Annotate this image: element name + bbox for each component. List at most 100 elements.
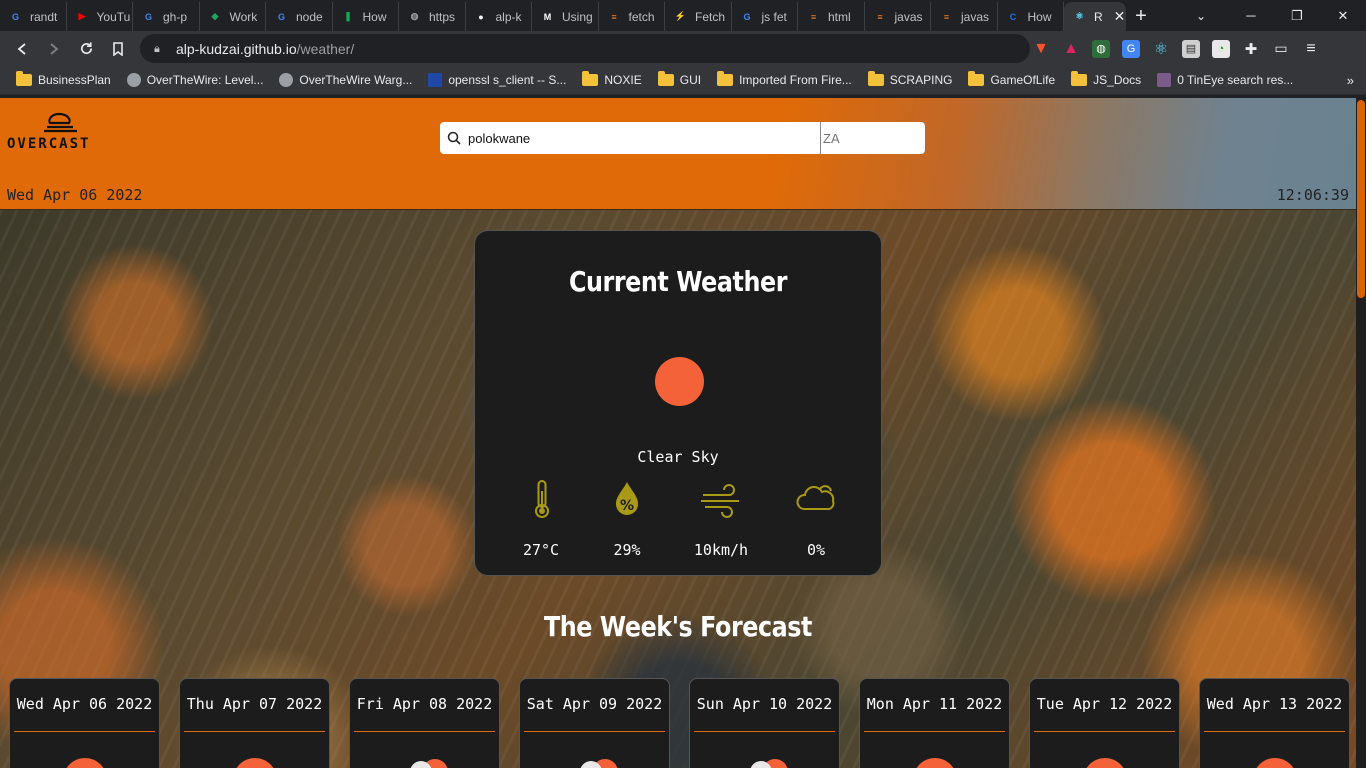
search-icon xyxy=(440,122,468,154)
browser-tab[interactable]: C How xyxy=(998,2,1064,31)
bookmark-item[interactable]: NOXIE xyxy=(574,68,649,92)
page-scrollbar[interactable] xyxy=(1356,98,1366,768)
minimize-button[interactable]: ─ xyxy=(1228,0,1274,31)
forecast-divider xyxy=(864,731,1005,732)
more-bookmarks-icon[interactable]: » xyxy=(1347,66,1354,95)
bookmark-item[interactable]: BusinessPlan xyxy=(8,68,119,92)
folder-icon xyxy=(717,71,734,86)
forecast-divider xyxy=(694,731,835,732)
logo-text: OVERCAST xyxy=(7,136,91,152)
youtube-icon: ▶ xyxy=(78,11,86,21)
scrollbar-thumb[interactable] xyxy=(1357,100,1365,298)
sun-shape xyxy=(913,758,957,768)
close-tab-icon[interactable]: ✕ xyxy=(1114,8,1126,25)
menu-icon[interactable]: ≡ xyxy=(1302,40,1320,58)
tab-label: YouTu xyxy=(96,9,131,24)
forecast-day-card: Wed Apr 13 2022 xyxy=(1199,678,1350,768)
react-devtools-icon[interactable]: ⚛ xyxy=(1152,40,1170,58)
browser-tab[interactable]: ⚡ Fetch xyxy=(665,2,732,31)
tab-label: How xyxy=(362,9,387,24)
brave-icon[interactable]: ▼ xyxy=(1032,40,1050,58)
browser-tab[interactable]: Grandt xyxy=(0,2,67,31)
browser-tab[interactable]: ◆ Work xyxy=(200,2,266,31)
thermometer-icon xyxy=(535,480,549,518)
browser-tab[interactable]: ❚ How xyxy=(333,2,399,31)
sun-shape xyxy=(1083,758,1127,768)
bookmark-item[interactable]: GameOfLife xyxy=(960,68,1063,92)
tab-label: js fet xyxy=(761,9,787,24)
drive-icon: ◆ xyxy=(211,11,219,21)
bookmark-item[interactable]: OverTheWire Warg... xyxy=(271,68,420,92)
browser-tab[interactable]: ▶ YouTu xyxy=(67,2,133,31)
puzzle-icon[interactable]: ✚ xyxy=(1242,40,1260,58)
forecast-day-card: Thu Apr 07 2022 xyxy=(179,678,330,768)
forward-button[interactable] xyxy=(38,34,70,64)
bookmarks-bar: BusinessPlan OverTheWire: Level... OverThe… xyxy=(0,66,1366,95)
reload-button[interactable] xyxy=(70,34,102,64)
window-controls: ─ ❐ ✕ xyxy=(1228,0,1366,31)
globe-icon xyxy=(279,73,294,87)
browser-tab[interactable]: ≡ fetch xyxy=(599,2,665,31)
maximize-button[interactable]: ❐ xyxy=(1274,0,1320,31)
folder-icon xyxy=(16,71,32,86)
browser-tab[interactable]: ● alp-k xyxy=(466,2,532,31)
browser-tab[interactable]: ≡ javas xyxy=(865,2,931,31)
humidity-value: 29% xyxy=(613,541,641,559)
forecast-day-label: Thu Apr 07 2022 xyxy=(186,695,323,713)
stackoverflow-icon: ≡ xyxy=(810,11,817,22)
forecast-day-label: Wed Apr 06 2022 xyxy=(16,695,153,713)
brave-rewards-icon[interactable]: ▲ xyxy=(1062,40,1080,58)
new-tab-button[interactable]: + xyxy=(1126,2,1156,31)
tab-strip: Grandt ▶ YouTu Ggh-p ◆ Work Gnode ❚ How ◍ https ● al… xyxy=(0,0,1366,31)
wallet-icon[interactable]: ▭ xyxy=(1272,40,1290,58)
browser-tab[interactable]: ≡ javas xyxy=(931,2,998,31)
browser-tab[interactable]: Ggh-p xyxy=(133,2,200,31)
browser-tab[interactable]: M Using xyxy=(532,2,599,31)
medium-icon: M xyxy=(543,11,552,22)
bookmark-item[interactable]: 0 TinEye search res... xyxy=(1149,68,1301,92)
globe-icon xyxy=(126,73,141,87)
reload-icon xyxy=(80,42,92,55)
bookmark-page-button[interactable] xyxy=(102,34,134,64)
weather-condition: Clear Sky xyxy=(637,448,719,466)
tab-search-icon[interactable]: ⌄ xyxy=(1186,0,1216,31)
bookmark-label: OverTheWire Warg... xyxy=(299,73,413,87)
reader-icon[interactable]: ▤ xyxy=(1182,39,1200,58)
back-arrow-icon xyxy=(17,42,26,55)
close-window-button[interactable]: ✕ xyxy=(1320,0,1366,31)
bookmark-item[interactable]: GUI xyxy=(650,68,709,92)
browser-tab[interactable]: ⚛ R ✕ xyxy=(1064,2,1126,31)
browser-tab[interactable]: ≡ html xyxy=(798,2,865,31)
compass-extension-icon[interactable]: ◔ xyxy=(1212,39,1230,58)
city-search-input[interactable] xyxy=(468,122,820,154)
bookmark-item[interactable]: JS_Docs xyxy=(1063,68,1149,92)
address-bar[interactable]: 🔒︎ alp-kudzai.github.io/weather/ xyxy=(140,34,1030,63)
lock-icon: 🔒︎ xyxy=(154,42,160,55)
cloud-icon xyxy=(796,485,835,510)
bookmark-item[interactable]: Imported From Fire... xyxy=(709,68,860,92)
stackoverflow-icon: ≡ xyxy=(611,11,617,22)
folder-icon xyxy=(968,71,985,86)
forecast-day-label: Mon Apr 11 2022 xyxy=(866,695,1003,713)
bookmark-item[interactable]: SCRAPING xyxy=(860,68,961,92)
tab-label: alp-k xyxy=(495,9,522,24)
bookmark-item[interactable]: openssl s_client -- S... xyxy=(420,68,574,92)
forecast-divider xyxy=(14,731,155,732)
forecast-day-card: Tue Apr 12 2022 xyxy=(1029,678,1180,768)
tab-list: Grandt ▶ YouTu Ggh-p ◆ Work Gnode ❚ How ◍ https ● al… xyxy=(0,0,1126,31)
browser-tab[interactable]: Gnode xyxy=(266,2,333,31)
forecast-title: The Week's Forecast xyxy=(543,610,813,643)
browser-tab[interactable]: ◍ https xyxy=(399,2,466,31)
translate-icon[interactable]: G xyxy=(1122,39,1140,58)
bookmark-item[interactable]: OverTheWire: Level... xyxy=(119,68,272,92)
forecast-day-label: Wed Apr 13 2022 xyxy=(1206,695,1343,713)
back-button[interactable] xyxy=(6,34,38,64)
mongodb-icon: ❚ xyxy=(344,11,352,21)
bolt-icon: ⚡ xyxy=(674,11,687,21)
earth-extension-icon[interactable]: ◍ xyxy=(1092,39,1110,58)
tab-label: Using xyxy=(562,9,593,24)
bookmark-label: OverTheWire: Level... xyxy=(146,73,264,87)
country-code-input[interactable] xyxy=(820,122,924,154)
browser-tab[interactable]: Gjs fet xyxy=(732,2,798,31)
current-weather-title: Current Weather xyxy=(568,265,788,298)
